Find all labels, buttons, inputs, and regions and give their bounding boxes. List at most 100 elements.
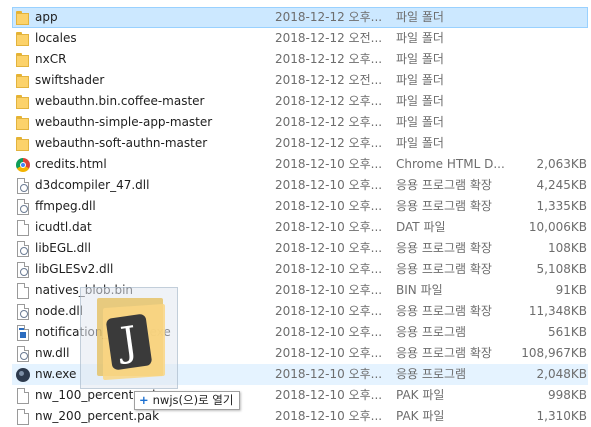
window-exe-icon — [17, 325, 29, 341]
file-type: 파일 폴더 — [396, 94, 444, 108]
file-row[interactable]: credits.html 2018-12-10 오후... Chrome HTML … — [12, 154, 588, 175]
drag-ghost-image: J — [80, 287, 178, 389]
drop-action-label: nwjs(으)로 열기 — [152, 393, 234, 407]
file-name: webauthn.bin.coffee-master — [35, 94, 205, 108]
file-size — [509, 134, 587, 153]
file-size — [509, 71, 587, 90]
file-date-modified: 2018-12-10 오후... — [275, 388, 383, 402]
dll-gear-icon — [17, 346, 29, 362]
file-size: 108,967KB — [521, 346, 587, 360]
dll-gear-icon — [17, 241, 29, 257]
file-row[interactable]: libEGL.dll 2018-12-10 오후... 응용 프로그램 확장 108K… — [12, 238, 588, 259]
file-date-modified: 2018-12-12 오후... — [275, 94, 383, 108]
file-name: libGLESv2.dll — [35, 262, 114, 276]
file-date-modified: 2018-12-10 오후... — [275, 304, 383, 318]
file-name: nxCR — [35, 52, 67, 66]
file-date-modified: 2018-12-12 오전... — [275, 31, 383, 45]
file-row[interactable]: locales 2018-12-12 오전... 파일 폴더 — [12, 28, 588, 49]
file-date-modified: 2018-12-10 오후... — [275, 325, 383, 339]
file-name: webauthn-simple-app-master — [35, 115, 213, 129]
file-row[interactable]: webauthn-simple-app-master 2018-12-12 오후.… — [12, 112, 588, 133]
file-icon — [17, 409, 29, 425]
file-size — [509, 50, 587, 69]
file-size: 11,348KB — [528, 304, 587, 318]
file-size — [509, 92, 587, 111]
file-name: webauthn-soft-authn-master — [35, 136, 208, 150]
file-type: Chrome HTML D... — [396, 157, 505, 171]
folder-icon — [15, 31, 31, 47]
file-size — [509, 113, 587, 132]
file-row[interactable]: swiftshader 2018-12-12 오전... 파일 폴더 — [12, 70, 588, 91]
file-type: 응용 프로그램 확장 — [396, 346, 492, 360]
dll-gear-icon — [17, 262, 29, 278]
nwjs-logo-icon: J — [105, 313, 153, 371]
file-row[interactable]: d3dcompiler_47.dll 2018-12-10 오후... 응용 프로그… — [12, 175, 588, 196]
file-date-modified: 2018-12-10 오후... — [275, 220, 383, 234]
file-size: 2,048KB — [536, 367, 587, 381]
file-date-modified: 2018-12-12 오후... — [275, 136, 383, 150]
folder-icon — [15, 94, 31, 110]
file-icon — [17, 283, 29, 299]
folder-icon — [15, 115, 31, 131]
file-icon — [17, 220, 29, 236]
file-date-modified: 2018-12-10 오후... — [275, 346, 383, 360]
file-icon — [17, 388, 29, 404]
file-type: 파일 폴더 — [396, 115, 444, 129]
folder-icon — [15, 136, 31, 152]
file-type: 파일 폴더 — [396, 31, 444, 45]
file-type: 응용 프로그램 확장 — [396, 241, 492, 255]
dll-gear-icon — [17, 199, 29, 215]
file-row[interactable]: app 2018-12-12 오후... 파일 폴더 — [12, 7, 588, 28]
file-type: 응용 프로그램 확장 — [396, 178, 492, 192]
dll-gear-icon — [17, 178, 29, 194]
file-row[interactable]: webauthn-soft-authn-master 2018-12-12 오후.… — [12, 133, 588, 154]
chrome-icon — [16, 158, 30, 172]
file-type: 파일 폴더 — [396, 10, 444, 24]
file-type: 파일 폴더 — [396, 52, 444, 66]
file-type: PAK 파일 — [396, 388, 445, 402]
dll-gear-icon — [17, 304, 29, 320]
file-name: libEGL.dll — [35, 241, 91, 255]
file-row[interactable]: ffmpeg.dll 2018-12-10 오후... 응용 프로그램 확장 1,33… — [12, 196, 588, 217]
file-size: 4,245KB — [536, 178, 587, 192]
file-type: BIN 파일 — [396, 283, 443, 297]
nwjs-exe-icon — [16, 368, 30, 382]
file-size — [509, 29, 587, 48]
file-size: 561KB — [547, 325, 587, 339]
file-size: 91KB — [555, 283, 587, 297]
file-type: DAT 파일 — [396, 220, 446, 234]
file-row[interactable]: nxCR 2018-12-12 오후... 파일 폴더 — [12, 49, 588, 70]
file-name: d3dcompiler_47.dll — [35, 178, 150, 192]
file-type: 응용 프로그램 확장 — [396, 262, 492, 276]
file-type: 응용 프로그램 확장 — [396, 304, 492, 318]
file-date-modified: 2018-12-12 오후... — [275, 52, 383, 66]
file-date-modified: 2018-12-10 오후... — [275, 199, 383, 213]
file-date-modified: 2018-12-10 오후... — [275, 367, 383, 381]
file-row[interactable]: icudtl.dat 2018-12-10 오후... DAT 파일 10,006KB — [12, 217, 588, 238]
file-type: 응용 프로그램 확장 — [396, 199, 492, 213]
file-size: 5,108KB — [536, 262, 587, 276]
drop-action-tooltip: + nwjs(으)로 열기 — [134, 391, 241, 410]
file-date-modified: 2018-12-10 오후... — [275, 262, 383, 276]
file-row[interactable]: webauthn.bin.coffee-master 2018-12-12 오후.… — [12, 91, 588, 112]
file-date-modified: 2018-12-12 오전... — [275, 73, 383, 87]
folder-icon — [15, 10, 31, 26]
file-name: ffmpeg.dll — [35, 199, 96, 213]
file-date-modified: 2018-12-12 오후... — [275, 115, 383, 129]
file-type: 응용 프로그램 — [396, 325, 467, 339]
file-name: swiftshader — [35, 73, 105, 87]
file-type: 응용 프로그램 — [396, 367, 467, 381]
file-size: 108KB — [547, 241, 587, 255]
file-size: 2,063KB — [536, 157, 587, 171]
file-size — [509, 8, 587, 27]
file-date-modified: 2018-12-10 오후... — [275, 178, 383, 192]
file-date-modified: 2018-12-12 오후... — [275, 10, 383, 24]
folder-icon — [15, 73, 31, 89]
folder-icon — [15, 52, 31, 68]
file-type: 파일 폴더 — [396, 136, 444, 150]
file-name: credits.html — [35, 157, 107, 171]
file-size: 10,006KB — [528, 220, 587, 234]
file-date-modified: 2018-12-10 오후... — [275, 283, 383, 297]
file-row[interactable]: libGLESv2.dll 2018-12-10 오후... 응용 프로그램 확장 5… — [12, 259, 588, 280]
file-size: 1,335KB — [536, 199, 587, 213]
